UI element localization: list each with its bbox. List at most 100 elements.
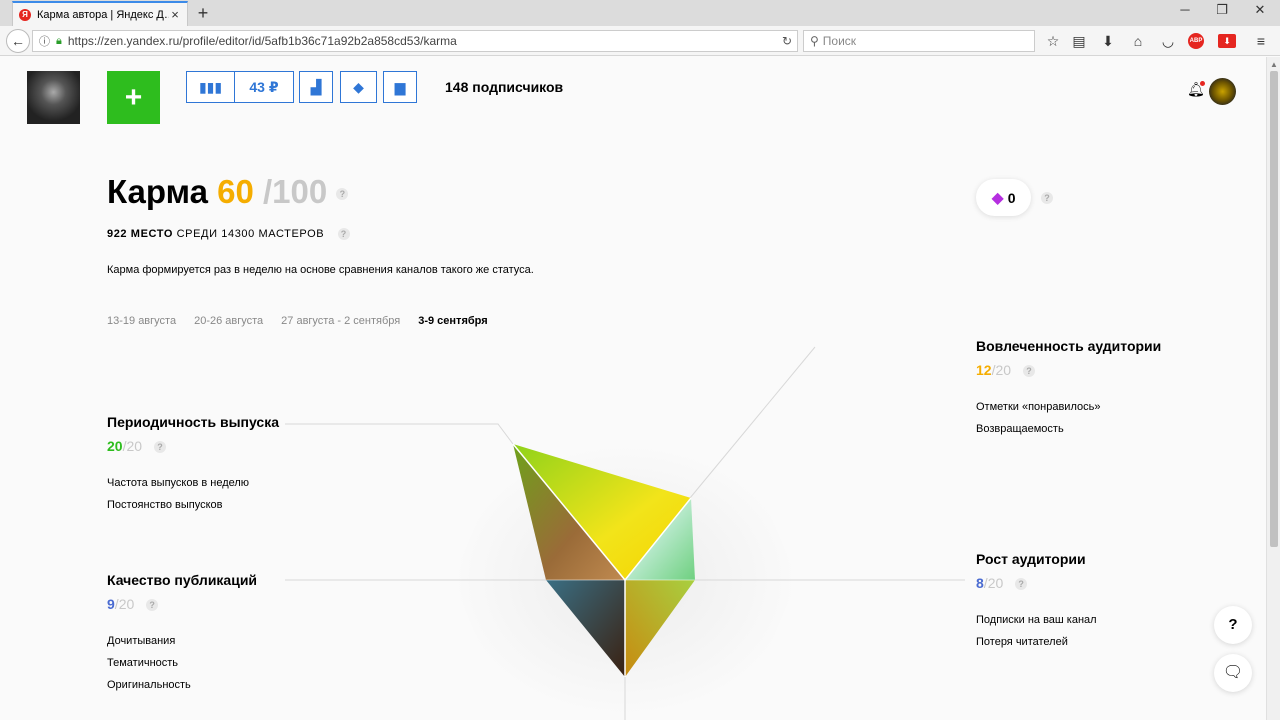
category-score-line: 20/20 ? [107,438,279,454]
list-item: Потеря читателей [976,636,1068,648]
restore-window-button[interactable]: ❐ [1207,2,1237,22]
yandex-favicon-icon: Я [19,8,31,21]
lock-icon: 🔒︎ [56,34,62,47]
category-help-icon[interactable]: ? [1022,365,1035,378]
chat-support-button[interactable]: 🗨︎ [1214,654,1252,692]
bookmark-star-icon[interactable]: ☆ [1042,31,1064,51]
category-title: Вовлеченность аудитории [976,338,1162,354]
category-periodicity: Периодичность выпуска 20/20 ? Частота вы… [107,414,279,516]
reload-icon[interactable]: ↻ [777,34,797,48]
connector-periodicity [285,423,514,445]
week-selector: 13-19 августа 20-26 августа 27 августа -… [107,315,488,327]
category-title: Качество публикаций [107,572,258,588]
home-icon[interactable]: ⌂ [1127,31,1149,51]
karma-max: /100 [263,173,328,210]
address-bar[interactable]: ⓘ 🔒︎ https://zen.yandex.ru/profile/edito… [32,30,798,52]
menu-hamburger-icon[interactable]: ≡ [1250,31,1272,51]
category-title: Периодичность выпуска [107,414,279,430]
page-scrollbar[interactable]: ▲ [1266,57,1280,720]
category-score: 12 [976,362,992,378]
list-item: Дочитывания [107,635,176,647]
category-quality: Качество публикаций 9/20 ? Дочитывания Т… [107,572,257,696]
channel-avatar[interactable] [27,71,80,124]
browser-tab[interactable]: Я Карма автора | Яндекс Д… × [12,1,188,26]
new-tab-button[interactable]: + [194,4,212,22]
minimize-window-button[interactable]: ─ [1170,2,1200,22]
list-item: Тематичность [107,657,179,669]
toolbar-karma: ◆ [340,71,377,103]
browser-nav-bar: ← ⓘ 🔒︎ https://zen.yandex.ru/profile/edi… [0,26,1280,56]
category-max: 20 [995,362,1012,378]
save-extension-icon[interactable]: ⬇ [1218,34,1236,48]
rank-line: 922 МЕСТО СРЕДИ 14300 МАСТЕРОВ ? [107,228,350,241]
back-button[interactable]: ← [6,29,30,53]
gems-count: 0 [1007,189,1016,206]
category-help-icon[interactable]: ? [146,599,159,612]
category-score-line: 12/20 ? [976,362,1161,378]
category-score: 8 [976,575,984,591]
steps-button[interactable]: ▟ [300,72,332,102]
pocket-icon[interactable]: ◡ [1157,31,1179,51]
close-window-button[interactable]: ✕ [1245,2,1275,22]
money-button[interactable]: 43 ₽ [234,72,293,102]
url-text[interactable]: https://zen.yandex.ru/profile/editor/id/… [68,34,777,48]
list-item: Частота выпусков в неделю [107,477,250,489]
toolbar-statistics: ▆ [383,71,417,103]
week-tab-active[interactable]: 3-9 сентября [418,315,487,327]
close-tab-icon[interactable]: × [169,7,181,22]
category-title: Рост аудитории [976,551,1086,567]
list-item: Постоянство выпусков [107,499,223,511]
category-items: Дочитывания Тематичность Оригинальность [107,630,257,696]
week-tab[interactable]: 27 августа - 2 сентября [281,315,400,327]
category-help-icon[interactable]: ? [1015,578,1028,591]
list-item: Отметки «понравилось» [976,401,1101,413]
category-max: 20 [987,575,1004,591]
category-score: 20 [107,438,123,454]
gem-icon: ◆ [991,189,1004,207]
list-item: Оригинальность [107,679,191,691]
steps-icon: ▟ [310,78,322,95]
category-score-line: 8/20 ? [976,575,1097,591]
subscribers-count[interactable]: 148 подписчиков [445,79,563,95]
reading-list-icon[interactable]: ▤ [1068,31,1090,51]
category-max: 20 [118,596,135,612]
download-icon[interactable]: ⬇ [1097,31,1119,51]
week-tab[interactable]: 13-19 августа [107,315,176,327]
gems-badge[interactable]: ◆ 0 [976,179,1031,216]
category-items: Отметки «понравилось» Возвращаемость [976,396,1161,440]
category-max: 20 [126,438,143,454]
scroll-up-icon[interactable]: ▲ [1270,60,1278,69]
toolbar-stats-steps: ▟ [299,71,333,103]
scrollbar-thumb[interactable] [1270,71,1278,547]
gems-help-icon[interactable]: ? [1041,192,1053,204]
week-tab[interactable]: 20-26 августа [194,315,263,327]
user-avatar[interactable] [1209,78,1236,105]
browser-tab-bar: Я Карма автора | Яндекс Д… × + ─ ❐ ✕ [0,0,1280,26]
karma-help-icon[interactable]: ? [336,188,349,201]
karma-title: Карма [107,173,208,210]
karma-score: 60 [217,173,254,210]
search-icon: ⚲ [810,34,819,48]
search-placeholder: Поиск [822,34,857,48]
search-input[interactable]: ⚲ Поиск [803,30,1035,52]
statistics-button[interactable]: ▆ [384,72,416,102]
list-item: Возвращаемость [976,423,1064,435]
karma-button[interactable]: ◆ [341,72,376,102]
adblock-icon[interactable]: ABP [1188,33,1204,49]
chat-icon: 🗨︎ [1222,664,1244,681]
publications-list-button[interactable]: ▮▮▮ [187,72,234,102]
tab-title: Карма автора | Яндекс Д… [37,8,169,21]
help-button[interactable]: ? [1214,606,1252,644]
rank-help-icon[interactable]: ? [337,228,350,241]
notification-dot [1200,81,1205,86]
rank-place: 922 МЕСТО [107,228,173,240]
page-content: + ▮▮▮ 43 ₽ ▟ ◆ ▆ 148 подписчиков 🔔︎ Карм… [0,57,1266,720]
category-items: Подписки на ваш канал Потеря читателей [976,609,1097,653]
rank-rest: СРЕДИ 14300 МАСТЕРОВ [176,228,325,240]
columns-icon: ▮▮▮ [198,78,223,95]
category-score-line: 9/20 ? [107,596,257,612]
info-icon[interactable]: ⓘ [39,33,50,49]
category-help-icon[interactable]: ? [153,441,166,454]
category-items: Частота выпусков в неделю Постоянство вы… [107,472,279,516]
create-publication-button[interactable]: + [107,71,160,124]
